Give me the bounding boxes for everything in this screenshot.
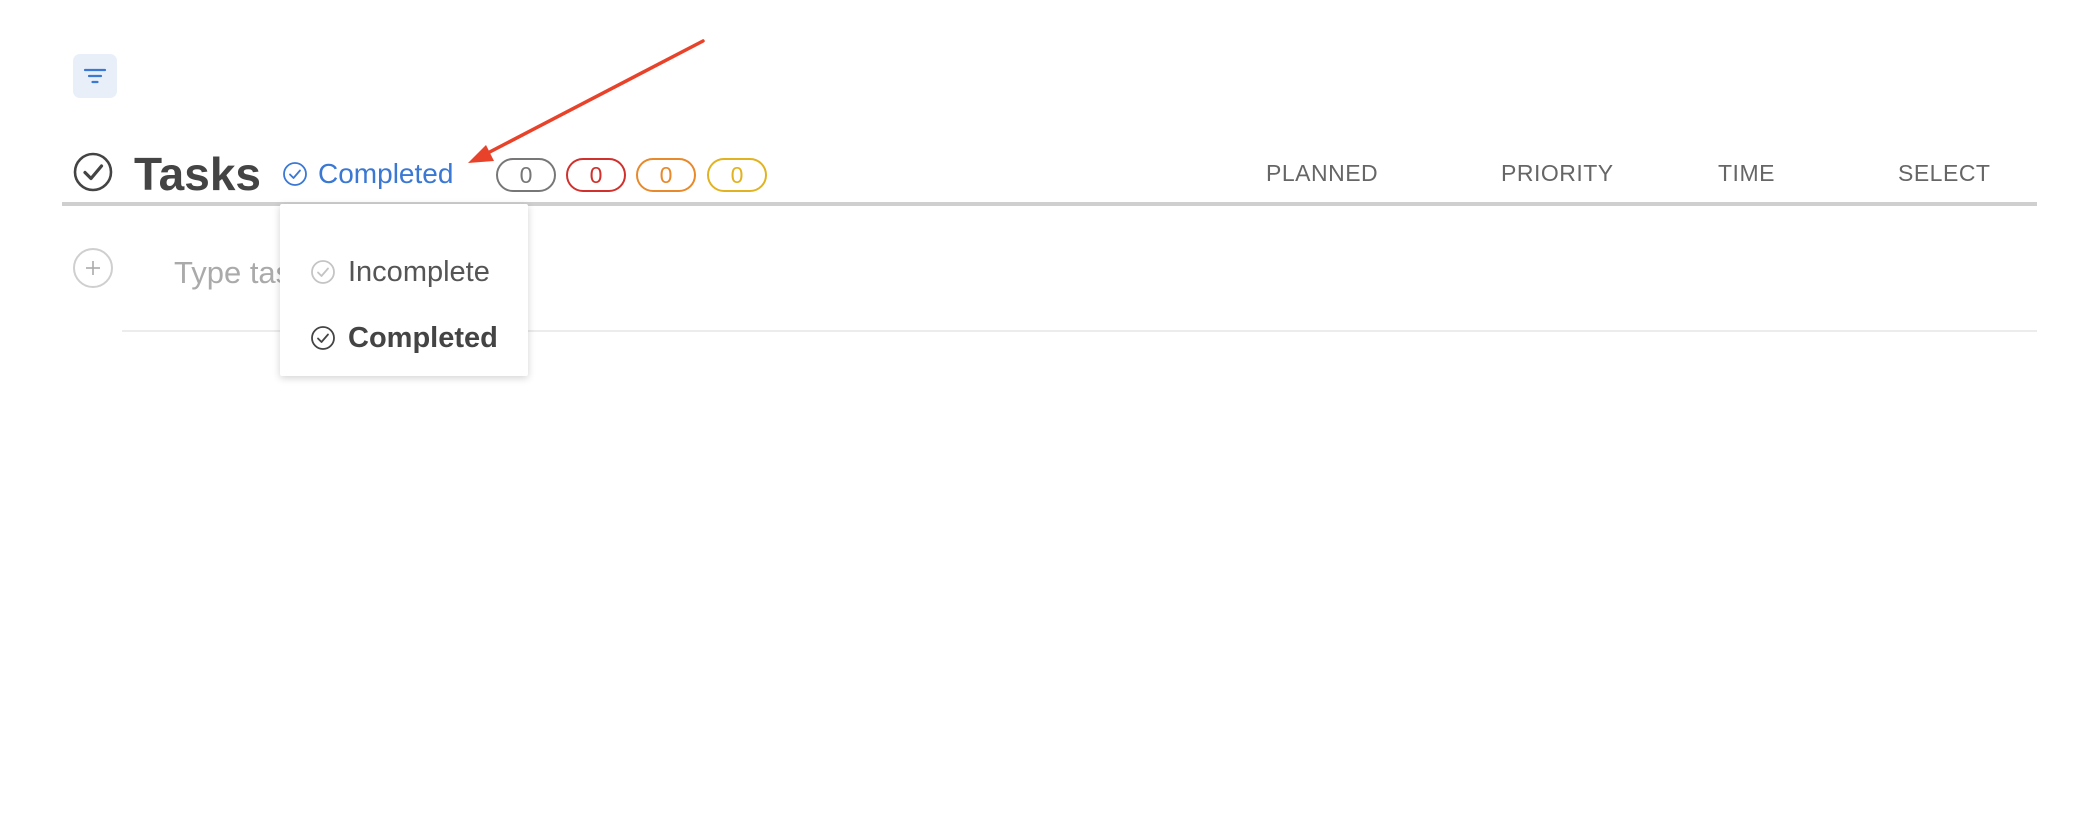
status-filter-dropdown[interactable]: Completed <box>282 154 453 194</box>
tasks-header: Tasks Completed 0 0 0 0 PLANNED PRIORITY… <box>62 142 2037 206</box>
column-header-priority[interactable]: PRIORITY <box>1501 160 1614 187</box>
dropdown-item-completed[interactable]: Completed <box>310 318 498 358</box>
status-filter-label: Completed <box>318 158 454 189</box>
dropdown-item-incomplete[interactable]: Incomplete <box>310 252 490 292</box>
dropdown-item-label: Incomplete <box>348 255 490 288</box>
counter-badge-red[interactable]: 0 <box>566 158 626 192</box>
add-task-button[interactable] <box>73 248 113 288</box>
filter-icon <box>83 68 107 84</box>
page-title: Tasks <box>134 148 262 200</box>
counter-badge-yellow[interactable]: 0 <box>707 158 767 192</box>
status-dropdown-menu: Incomplete Completed <box>280 204 528 376</box>
check-circle-icon <box>283 162 307 186</box>
filter-button[interactable] <box>73 54 117 98</box>
annotation-arrow <box>468 39 705 163</box>
dropdown-item-label: Completed <box>348 321 498 354</box>
plus-icon <box>86 261 100 275</box>
column-header-time[interactable]: TIME <box>1718 160 1775 187</box>
check-circle-icon <box>311 260 335 284</box>
check-circle-icon <box>311 326 335 350</box>
check-circle-icon <box>73 152 113 192</box>
counter-badge-orange[interactable]: 0 <box>636 158 696 192</box>
column-header-select[interactable]: SELECT <box>1898 160 1990 187</box>
column-header-planned[interactable]: PLANNED <box>1266 160 1378 187</box>
counter-badge-gray[interactable]: 0 <box>496 158 556 192</box>
